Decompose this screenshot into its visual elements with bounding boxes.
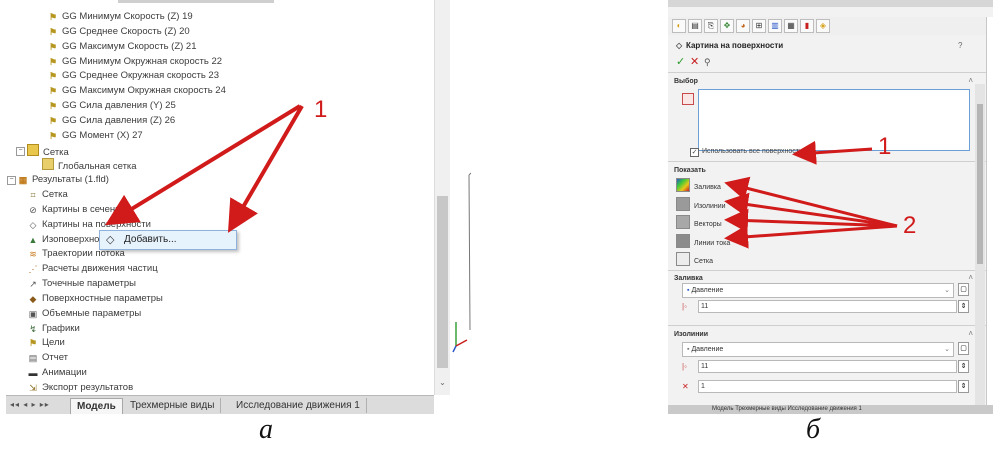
- caption-b: б: [806, 414, 821, 445]
- callout-label-1-a: 1: [314, 96, 328, 123]
- callout-label-1-b: 1: [878, 133, 892, 160]
- caption-a: а: [259, 414, 273, 445]
- callout-arrows-a: [105, 104, 304, 233]
- callout-arrows-b: [724, 140, 898, 249]
- callout-label-2-b: 2: [903, 212, 917, 239]
